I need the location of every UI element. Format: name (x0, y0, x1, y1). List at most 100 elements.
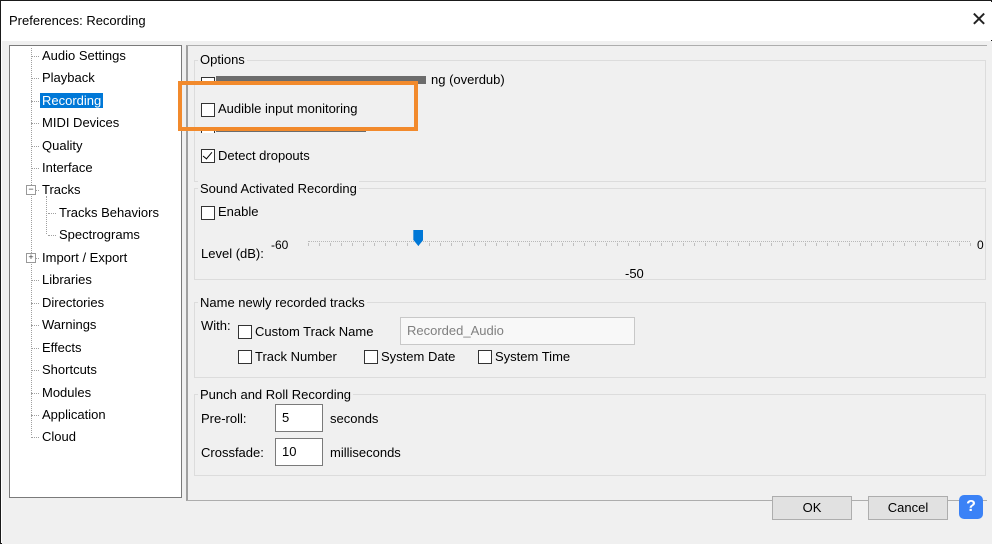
slider-tick (451, 243, 453, 246)
tree-item-shortcuts[interactable]: Shortcuts (40, 361, 99, 379)
naming-group-title: Name newly recorded tracks (198, 295, 367, 310)
slider-tick (804, 243, 806, 246)
dialog-client: Audio Settings Playback Recording MIDI Devi… (2, 41, 992, 544)
preferences-window: Preferences: Recording ✕ Audio Settings P… (0, 0, 992, 544)
system-date-checkbox[interactable] (364, 350, 378, 364)
options-group-title: Options (198, 52, 247, 67)
punch-roll-title: Punch and Roll Recording (198, 387, 354, 402)
cancel-button[interactable]: Cancel (868, 496, 948, 520)
slider-tick (605, 243, 607, 246)
custom-track-name-checkbox[interactable] (238, 325, 252, 339)
slider-tick (616, 243, 618, 246)
crossfade-input[interactable]: 10 (275, 438, 323, 466)
tree-item-label: Tracks Behaviors (59, 205, 159, 220)
slider-tick (881, 243, 883, 246)
tree-item-effects[interactable]: Effects (40, 339, 84, 357)
slider-tick (771, 243, 773, 246)
tree-item-label: Recording (40, 93, 104, 108)
tree-item-label: MIDI Devices (42, 115, 120, 130)
tree-item-label: Directories (42, 295, 105, 310)
tree-connector (46, 196, 47, 234)
slider-tick (705, 243, 707, 246)
collapse-icon[interactable]: − (26, 185, 36, 195)
ok-button[interactable]: OK (772, 496, 852, 520)
tree-item-libraries[interactable]: Libraries (40, 271, 94, 289)
enable-label: Enable (218, 204, 259, 219)
tree-connector (31, 146, 39, 147)
slider-tick (473, 243, 475, 246)
overdub-checkbox[interactable] (201, 77, 215, 84)
tree-item-tracks-behaviors[interactable]: Tracks Behaviors (57, 204, 161, 222)
audible-monitoring-label: Audible input monitoring (218, 101, 358, 116)
level-max-label: 0 (977, 238, 984, 252)
slider-tick (749, 243, 751, 246)
level-slider[interactable] (308, 241, 970, 242)
tree-item-quality[interactable]: Quality (40, 137, 84, 155)
tree-item-modules[interactable]: Modules (40, 384, 93, 402)
tree-item-cloud[interactable]: Cloud (40, 428, 78, 446)
enable-checkbox[interactable] (201, 206, 215, 220)
tree-item-spectrograms[interactable]: Spectrograms (57, 226, 142, 244)
audible-monitoring-checkbox[interactable] (201, 103, 215, 117)
tree-item-import-export[interactable]: Import / Export (40, 249, 129, 267)
custom-track-name-label: Custom Track Name (255, 324, 374, 339)
tree-item-audio-settings[interactable]: Audio Settings (40, 47, 128, 65)
slider-tick (672, 243, 674, 246)
track-number-label: Track Number (255, 349, 337, 364)
tree-item-recording[interactable]: Recording (40, 92, 104, 110)
tree-item-warnings[interactable]: Warnings (40, 316, 98, 334)
tree-item-interface[interactable]: Interface (40, 159, 95, 177)
slider-tick (837, 243, 839, 246)
overdub-label: ng (overdub) (431, 72, 505, 87)
crossfade-label: Crossfade: (201, 445, 264, 460)
tree-connector (31, 48, 32, 435)
expand-icon[interactable]: + (26, 253, 36, 263)
slider-tick (352, 243, 354, 246)
slider-tick (484, 243, 486, 246)
tree-item-label: Playback (42, 70, 95, 85)
tree-item-midi-devices[interactable]: MIDI Devices (40, 114, 121, 132)
sound-activated-option-checkbox[interactable] (201, 128, 215, 133)
tree-connector (31, 370, 39, 371)
slider-tick (970, 243, 971, 246)
slider-tick (870, 243, 872, 246)
tree-item-playback[interactable]: Playback (40, 69, 97, 87)
slider-tick (947, 243, 949, 246)
slider-tick (738, 243, 740, 246)
slider-tick (694, 243, 696, 246)
sound-activated-group (194, 188, 986, 280)
custom-track-name-input[interactable]: Recorded_Audio (400, 317, 635, 345)
tree-item-directories[interactable]: Directories (40, 294, 106, 312)
slider-tick (319, 243, 321, 246)
detect-dropouts-checkbox[interactable] (201, 149, 215, 163)
slider-tick (639, 243, 640, 246)
slider-tick (782, 243, 784, 246)
close-icon[interactable]: ✕ (968, 8, 990, 32)
slider-tick (683, 243, 685, 246)
tree-item-tracks[interactable]: Tracks (40, 181, 83, 199)
help-button[interactable]: ? (959, 495, 983, 519)
slider-tick (826, 243, 828, 246)
level-label: Level (dB): (201, 246, 264, 261)
category-tree[interactable]: Audio Settings Playback Recording MIDI Devi… (9, 45, 182, 498)
slider-tick (936, 243, 938, 246)
tree-connector (31, 303, 39, 304)
track-number-checkbox[interactable] (238, 350, 252, 364)
slider-tick (572, 243, 574, 246)
system-time-checkbox[interactable] (478, 350, 492, 364)
overdub-obscured-label (216, 76, 426, 84)
tree-item-label: Audio Settings (42, 48, 126, 63)
slider-tick (914, 243, 916, 246)
slider-tick (561, 243, 563, 246)
tree-item-label: Modules (42, 385, 92, 400)
preroll-input[interactable]: 5 (275, 404, 323, 432)
tree-item-label: Shortcuts (42, 362, 97, 377)
tree-connector (31, 325, 39, 326)
preroll-label: Pre-roll: (201, 411, 247, 426)
slider-tick (385, 243, 387, 246)
slider-tick (506, 243, 508, 246)
slider-tick (330, 243, 332, 246)
slider-tick (583, 243, 585, 246)
system-date-label: System Date (381, 349, 456, 364)
tree-item-application[interactable]: Application (40, 406, 108, 424)
